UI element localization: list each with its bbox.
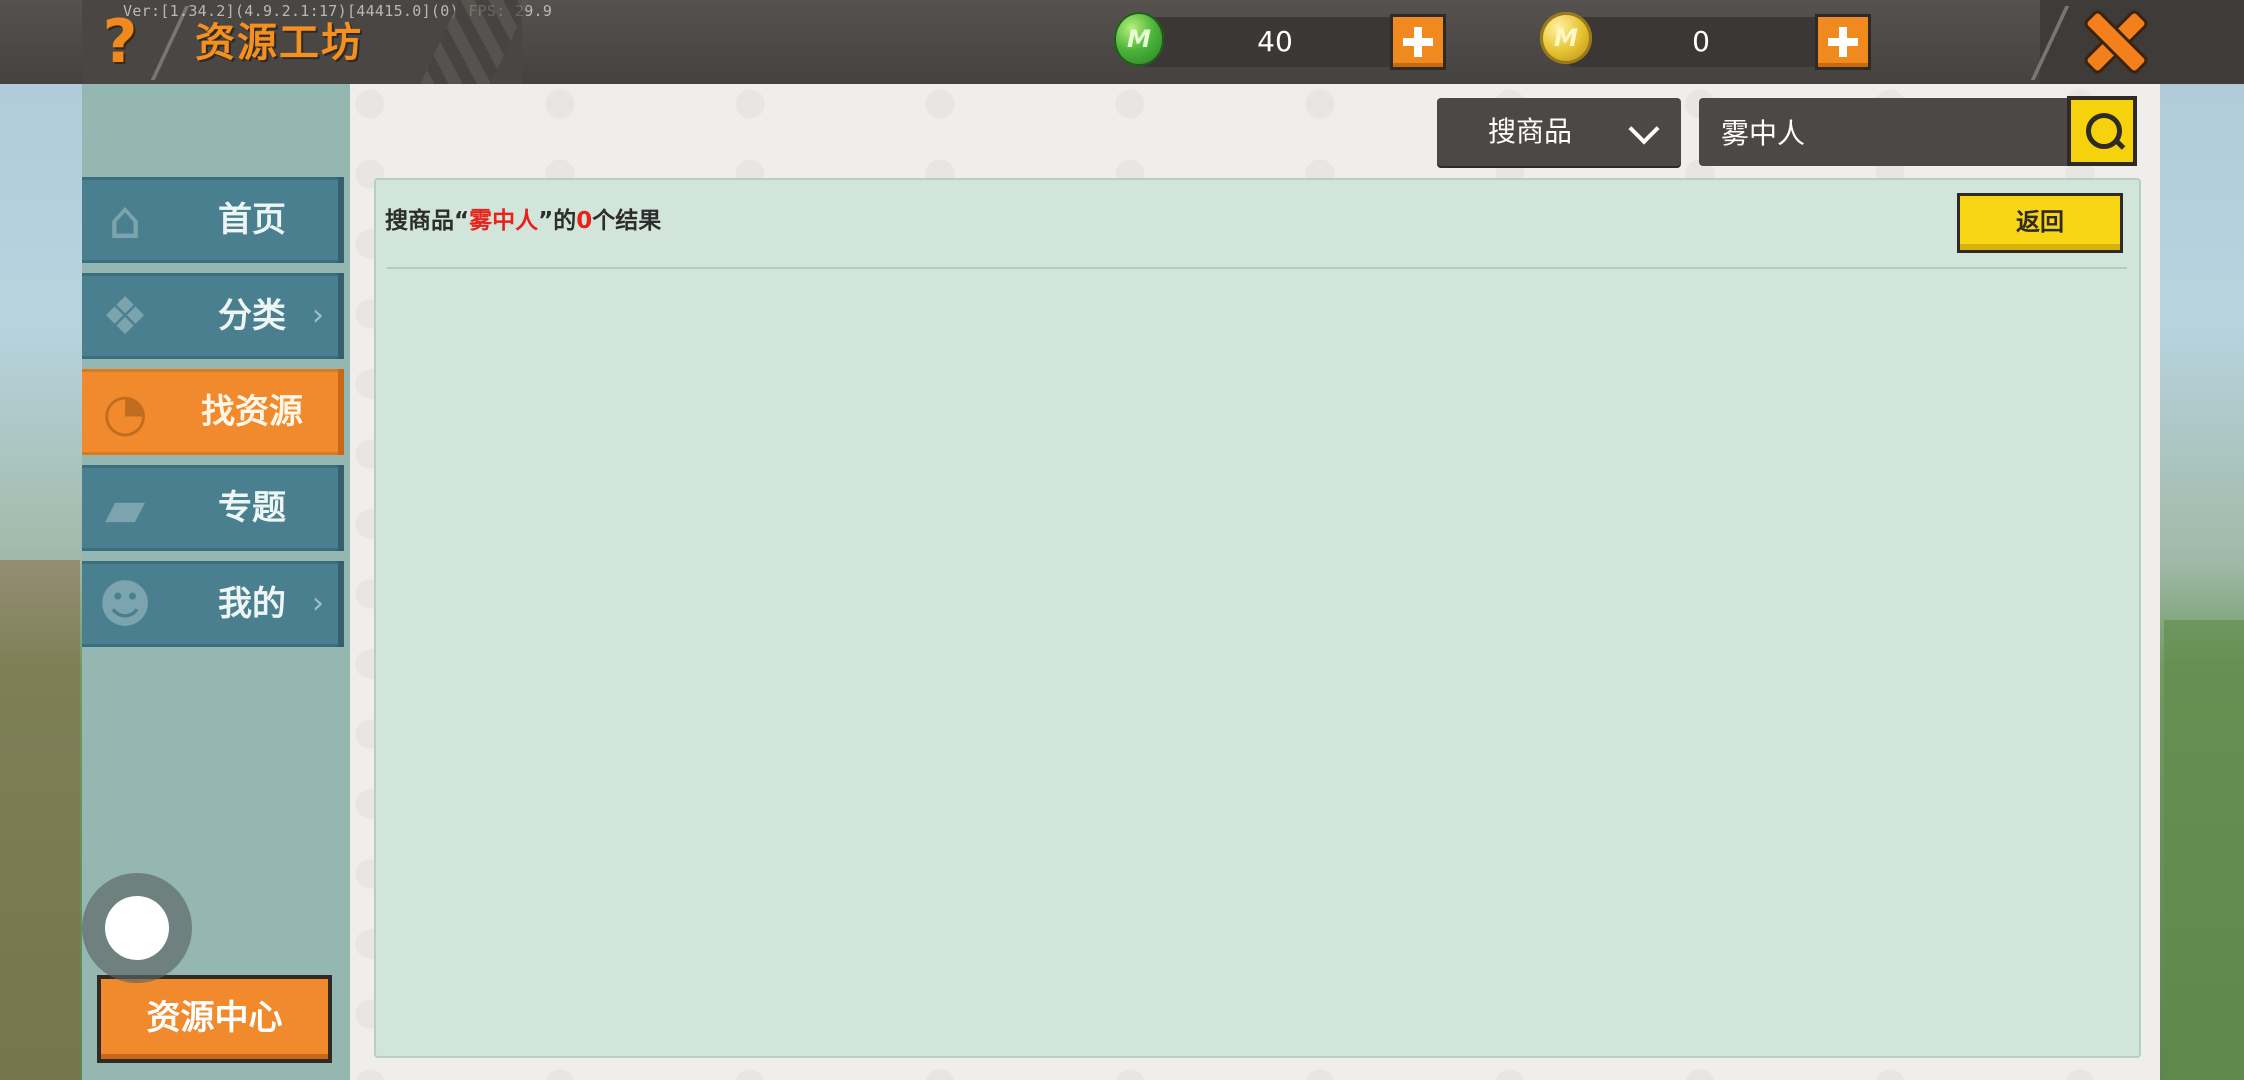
floating-ball-dot [105, 896, 169, 960]
search-input[interactable] [1699, 98, 2071, 166]
results-prefix: 搜商品“ [385, 208, 470, 234]
resource-center-button[interactable]: 资源中心 [97, 975, 332, 1063]
add-coins-button[interactable] [1815, 14, 1871, 70]
search-type-label: 搜商品 [1487, 115, 1572, 148]
sidebar-item-home[interactable]: ⌂ 首页 [82, 177, 344, 263]
add-gems-button[interactable] [1390, 14, 1446, 70]
page-title: 资源工坊 [195, 20, 363, 66]
sidebar-item-label: 专题 [218, 488, 286, 528]
profile-icon: ☻ [97, 575, 153, 635]
chevron-down-icon [1628, 113, 1660, 145]
sidebar-item-label: 首页 [218, 200, 286, 240]
topic-icon: ▰ [105, 479, 145, 539]
chevron-right-icon: › [312, 298, 324, 333]
sidebar-item-find-resources[interactable]: ◔ 找资源 [82, 369, 344, 455]
coin-balance-value: 0 [1692, 25, 1710, 58]
sidebar-item-label: 分类 [218, 296, 286, 336]
sidebar-item-category[interactable]: ❖ 分类 › [82, 273, 344, 359]
background-scenery-right [2164, 620, 2244, 1080]
search-type-dropdown[interactable]: 搜商品 [1437, 98, 1681, 166]
gem-icon: M [1114, 12, 1164, 66]
back-button[interactable]: 返回 [1957, 193, 2123, 253]
results-suffix: 个结果 [592, 208, 662, 234]
floating-assistive-ball[interactable] [82, 873, 192, 983]
home-icon: ⌂ [108, 191, 142, 251]
search-icon [2086, 113, 2122, 149]
results-query: 雾中人 [469, 208, 539, 234]
sidebar-item-topics[interactable]: ▰ 专题 [82, 465, 344, 551]
sidebar-item-label: 找资源 [201, 392, 303, 432]
category-icon: ❖ [101, 287, 149, 347]
results-count: 0 [576, 208, 593, 234]
results-divider [387, 267, 2127, 269]
chevron-right-icon: › [312, 586, 324, 621]
background-scenery-left [0, 560, 80, 1080]
gem-balance-value: 40 [1257, 25, 1293, 58]
results-middle: ”的 [538, 208, 577, 234]
coin-icon: M [1540, 12, 1592, 64]
results-summary: 搜商品“雾中人”的0个结果 [385, 200, 661, 242]
results-panel [374, 178, 2141, 1058]
close-icon[interactable] [2086, 12, 2146, 72]
search-button[interactable] [2067, 96, 2137, 166]
sidebar-item-label: 我的 [218, 584, 286, 624]
search-resource-icon: ◔ [102, 383, 148, 443]
sidebar-item-mine[interactable]: ☻ 我的 › [82, 561, 344, 647]
